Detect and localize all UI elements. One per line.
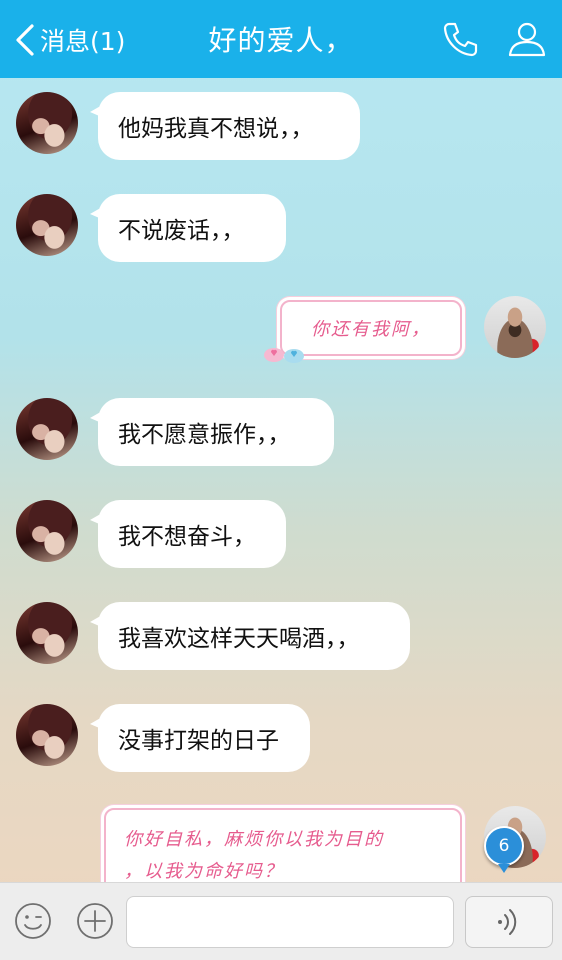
message-bubble[interactable]: 我喜欢这样天天喝酒，， (90, 602, 410, 670)
smiley-icon (15, 903, 51, 939)
contact-avatar[interactable] (16, 500, 78, 562)
my-avatar[interactable] (484, 296, 546, 358)
back-label: 消息(1) (40, 27, 126, 56)
message-bubble[interactable]: 我不想奋斗， (90, 500, 286, 568)
phone-icon (443, 22, 478, 57)
message-bubble[interactable]: 没事打架的日子 (90, 704, 310, 772)
contact-avatar[interactable] (16, 398, 78, 460)
more-button[interactable] (75, 901, 115, 941)
call-button[interactable] (438, 17, 482, 61)
message-bubble[interactable]: 他妈我真不想说，， (90, 92, 360, 160)
emoji-button[interactable] (13, 901, 53, 941)
contact-avatar[interactable] (16, 704, 78, 766)
person-icon (508, 22, 546, 57)
message-line: 你好自私，麻烦你以我为目的 (124, 829, 384, 850)
contact-avatar[interactable] (16, 92, 78, 154)
contact-avatar[interactable] (16, 194, 78, 256)
back-button[interactable]: 消息(1) (12, 18, 125, 62)
message-input[interactable] (126, 896, 454, 948)
message-bubble[interactable]: 我不愿意振作，， (90, 398, 334, 466)
message-bubble[interactable]: 不说废话，， (90, 194, 286, 262)
chat-header: 消息(1) 好的爱人， (0, 0, 562, 78)
voice-button[interactable] (465, 896, 553, 948)
plus-icon (77, 903, 113, 939)
voice-icon (498, 909, 517, 935)
profile-button[interactable] (505, 17, 549, 61)
teacups-icon (264, 348, 304, 363)
chevron-left-icon (16, 24, 34, 56)
input-bar (0, 882, 562, 960)
contact-avatar[interactable] (16, 602, 78, 664)
unread-count-badge[interactable]: 6 (484, 826, 524, 873)
